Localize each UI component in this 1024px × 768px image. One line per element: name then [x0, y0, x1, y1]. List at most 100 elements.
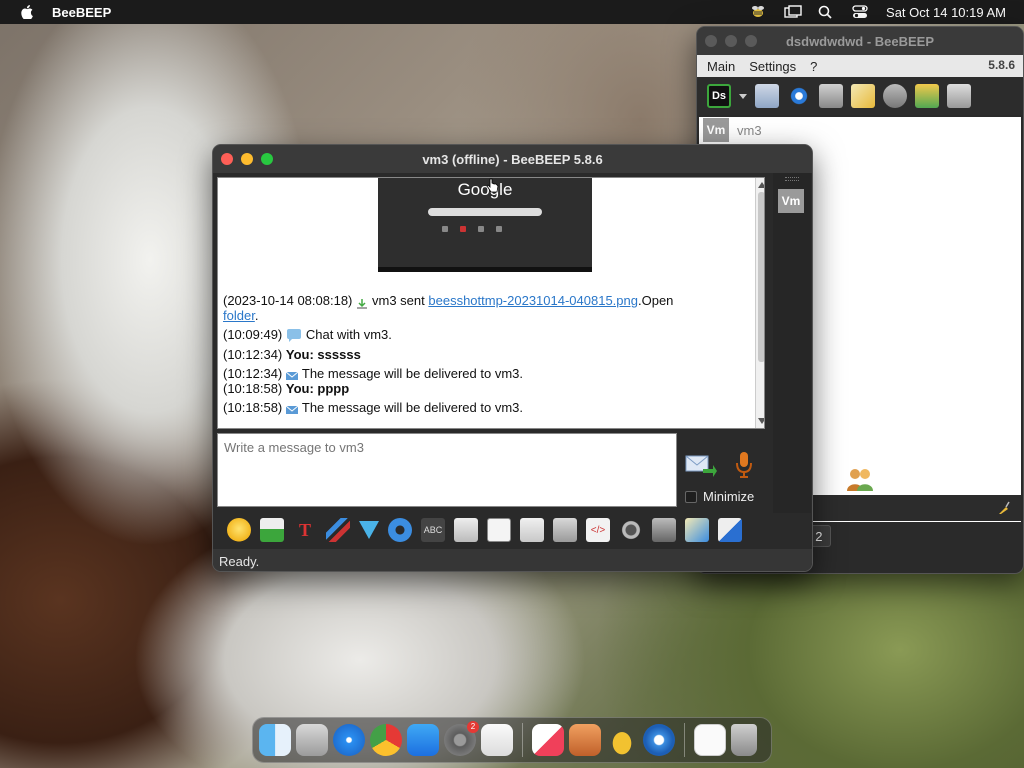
menubar-clock[interactable]: Sat Oct 14 10:19 AM	[886, 5, 1006, 20]
cursor-hand-icon	[486, 178, 499, 193]
member-avatar[interactable]: Vm	[778, 189, 804, 213]
message-file-received: (2023-10-14 08:08:18) vm3 sent beesshott…	[223, 293, 674, 323]
preview-shortcuts	[442, 226, 502, 232]
open-mail-icon[interactable]	[260, 518, 284, 542]
dock-separator	[684, 723, 685, 757]
chat-status-bar: Ready.	[213, 549, 812, 571]
message-time: (10:12:34)	[223, 365, 283, 381]
macos-dock: 2	[252, 717, 772, 763]
drag-handle-icon[interactable]	[785, 177, 799, 181]
main-window-titlebar[interactable]: dsdwdwdwd - BeeBEEP	[697, 27, 1023, 55]
emoticon-icon[interactable]	[227, 518, 251, 542]
font-color-icon[interactable]	[326, 518, 350, 542]
trash-icon[interactable]	[947, 84, 971, 108]
finder-icon[interactable]	[259, 724, 291, 756]
message-input[interactable]	[218, 434, 676, 461]
send-message-icon[interactable]	[685, 453, 717, 477]
main-zoom-button[interactable]	[745, 35, 757, 47]
spotlight-search-icon[interactable]	[818, 5, 834, 19]
chat-zoom-button[interactable]	[261, 153, 273, 165]
message-text: The message will be delivered to vm3.	[301, 365, 523, 381]
edit-profile-icon[interactable]	[755, 84, 779, 108]
chat-window-titlebar[interactable]: vm3 (offline) - BeeBEEP 5.8.6	[213, 145, 812, 173]
screenshot-icon[interactable]	[619, 518, 643, 542]
user-list-item[interactable]: Vm vm3	[699, 117, 1021, 143]
message-input-box[interactable]	[217, 433, 677, 507]
message-time: (10:18:58)	[223, 380, 283, 396]
edit-chat-icon[interactable]	[685, 518, 709, 542]
scroll-thumb[interactable]	[758, 192, 764, 362]
main-toolbar: Ds	[697, 77, 1023, 115]
main-close-button[interactable]	[705, 35, 717, 47]
scroll-down-arrow[interactable]	[758, 418, 764, 424]
inbox-icon[interactable]	[819, 84, 843, 108]
settings-gear-icon[interactable]	[388, 518, 412, 542]
minimize-checkbox[interactable]: Minimize	[685, 489, 754, 504]
menu-help[interactable]: ?	[810, 59, 817, 74]
active-app-name[interactable]: BeeBEEP	[52, 5, 111, 20]
font-icon[interactable]: T	[293, 518, 317, 542]
minimize-check[interactable]	[685, 490, 697, 503]
launchpad-icon[interactable]	[296, 724, 328, 756]
message-system: (10:09:49) Chat with vm3.	[223, 327, 743, 343]
main-window-menubar: Main Settings ? 5.8.6	[697, 55, 1023, 77]
chat-minimize-button[interactable]	[241, 153, 253, 165]
open-folder-link[interactable]: folder	[223, 308, 255, 323]
chat-scrollbar[interactable]	[755, 178, 764, 428]
envelope-icon	[285, 403, 299, 415]
send-document-icon[interactable]	[520, 518, 544, 542]
apple-menu-icon[interactable]	[20, 5, 34, 19]
app-store-icon[interactable]	[407, 724, 439, 756]
preview-taskbar	[378, 267, 592, 272]
beebeep-dock-icon[interactable]	[606, 724, 638, 756]
screenshot-preview[interactable]: Google	[378, 178, 592, 272]
send-file-icon[interactable]	[487, 518, 511, 542]
main-minimize-button[interactable]	[725, 35, 737, 47]
chat-window: vm3 (offline) - BeeBEEP 5.8.6 Google (20…	[212, 144, 813, 572]
beebeep-status-icon[interactable]	[750, 5, 766, 19]
message-text: The message will be delivered to vm3.	[301, 399, 523, 415]
textedit-icon[interactable]	[481, 724, 513, 756]
broadcast-icon[interactable]	[787, 84, 811, 108]
system-settings-icon[interactable]: 2	[444, 721, 479, 756]
shared-files-icon[interactable]	[915, 84, 939, 108]
message-time: (10:18:58)	[223, 399, 283, 415]
chat-close-button[interactable]	[221, 153, 233, 165]
window-switcher-icon[interactable]	[784, 5, 802, 19]
save-chat-icon[interactable]	[652, 518, 676, 542]
menu-settings[interactable]: Settings	[749, 59, 796, 74]
spellcheck-icon[interactable]: ABC	[421, 518, 445, 542]
chat-history[interactable]: Google (2023-10-14 08:08:18) vm3 sent be…	[217, 177, 765, 429]
detach-chat-icon[interactable]	[718, 518, 742, 542]
package-icon[interactable]	[569, 724, 601, 756]
chat-members-panel: Vm	[773, 173, 811, 513]
scroll-up-arrow[interactable]	[758, 182, 764, 188]
chat-bubble-icon	[286, 328, 302, 343]
dropdown-arrow-icon[interactable]	[739, 93, 747, 99]
code-icon[interactable]: </>	[586, 518, 610, 542]
safari-icon[interactable]	[333, 724, 365, 756]
network-icon[interactable]	[883, 84, 907, 108]
status-ds-icon[interactable]: Ds	[707, 84, 731, 108]
menu-main[interactable]: Main	[707, 59, 735, 74]
control-center-icon[interactable]	[852, 5, 868, 19]
write-note-icon[interactable]	[851, 84, 875, 108]
clear-filter-icon[interactable]	[997, 501, 1011, 515]
status-text: Ready.	[219, 553, 260, 569]
quicktime-icon[interactable]	[643, 724, 675, 756]
send-folder-icon[interactable]	[553, 518, 577, 542]
envelope-icon	[285, 369, 299, 381]
trash-bin-icon[interactable]	[731, 724, 757, 756]
chrome-icon[interactable]	[370, 724, 402, 756]
message-text: You: ssssss	[285, 346, 361, 362]
file-link[interactable]: beesshottmp-20231014-040815.png	[428, 293, 638, 308]
send-controls	[683, 445, 763, 515]
recent-document-icon[interactable]	[694, 724, 726, 756]
word-completion-icon[interactable]	[454, 518, 478, 542]
voice-record-icon[interactable]	[735, 451, 753, 479]
tab-chats-count: 2	[815, 528, 823, 544]
message-text: You: pppp	[285, 380, 350, 396]
filter-icon[interactable]	[359, 521, 379, 539]
news-icon[interactable]	[532, 724, 564, 756]
version-label: 5.8.6	[988, 58, 1015, 72]
